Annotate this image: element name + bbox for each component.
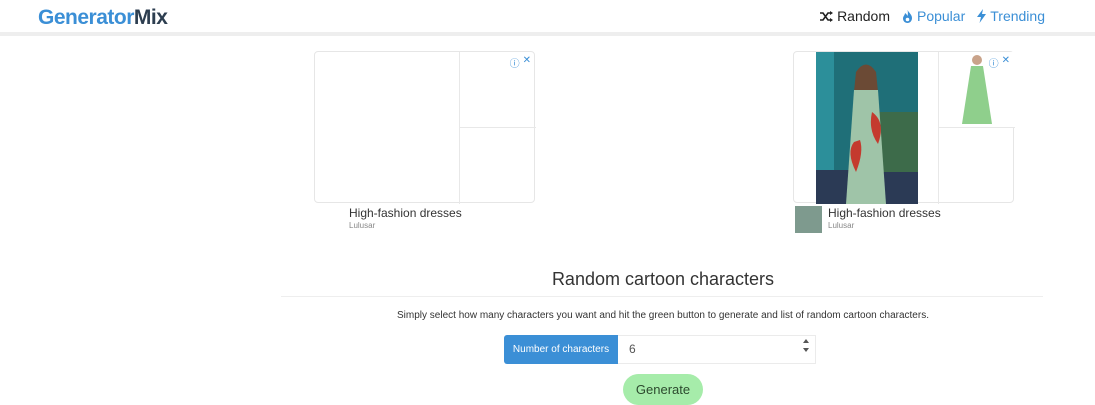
ad-info-icon[interactable]: ⓘ bbox=[989, 55, 999, 70]
generate-button[interactable]: Generate bbox=[623, 374, 703, 405]
nav-trending-link[interactable]: Trending bbox=[977, 8, 1045, 24]
ad-controls: ⓘ ✕ bbox=[989, 55, 1010, 70]
shuffle-icon bbox=[820, 10, 834, 22]
logo-part-mix: Mix bbox=[133, 6, 168, 29]
nav-random-link[interactable]: Random bbox=[820, 8, 890, 24]
ad-unit-right[interactable]: ⓘ ✕ bbox=[793, 51, 1015, 204]
nav-popular-link[interactable]: Popular bbox=[902, 8, 965, 24]
number-spinner[interactable] bbox=[803, 339, 809, 352]
nav-popular-label: Popular bbox=[916, 8, 966, 24]
site-logo[interactable]: GeneratorMix bbox=[38, 6, 168, 30]
divider bbox=[281, 296, 1043, 297]
ad-unit-left[interactable]: ⓘ ✕ bbox=[314, 51, 536, 204]
bolt-icon bbox=[977, 9, 987, 23]
page-title: Random cartoon characters bbox=[551, 269, 775, 289]
character-count-form: Number of characters 6 bbox=[504, 335, 816, 364]
ad-advertiser-right: Lulusar bbox=[828, 221, 855, 230]
ad-close-icon[interactable]: ✕ bbox=[1002, 55, 1010, 70]
ad-info-icon[interactable]: ⓘ bbox=[510, 55, 520, 70]
character-count-input[interactable]: 6 bbox=[618, 335, 816, 364]
top-bar: GeneratorMix Random Popular Trending bbox=[0, 0, 1095, 36]
spinner-up-icon[interactable] bbox=[803, 339, 809, 343]
ad-advertiser-left: Lulusar bbox=[349, 221, 376, 230]
spinner-down-icon[interactable] bbox=[803, 348, 809, 352]
fire-icon bbox=[902, 9, 912, 23]
ad-title-left[interactable]: High-fashion dresses bbox=[349, 206, 462, 220]
character-count-value: 6 bbox=[629, 342, 636, 356]
nav-random-label: Random bbox=[837, 8, 890, 24]
page-description: Simply select how many characters you wa… bbox=[397, 310, 929, 321]
main-nav: Random Popular Trending bbox=[820, 8, 1045, 24]
logo-part-generator: Generator bbox=[38, 6, 134, 29]
ad-title-right[interactable]: High-fashion dresses bbox=[828, 206, 941, 220]
ad-controls: ⓘ ✕ bbox=[510, 55, 531, 70]
number-of-characters-label: Number of characters bbox=[504, 335, 618, 364]
nav-trending-label: Trending bbox=[990, 8, 1045, 24]
ad-close-icon[interactable]: ✕ bbox=[523, 55, 531, 70]
ad-product-image-large bbox=[816, 52, 918, 204]
ad-thumbnail[interactable] bbox=[795, 206, 822, 233]
